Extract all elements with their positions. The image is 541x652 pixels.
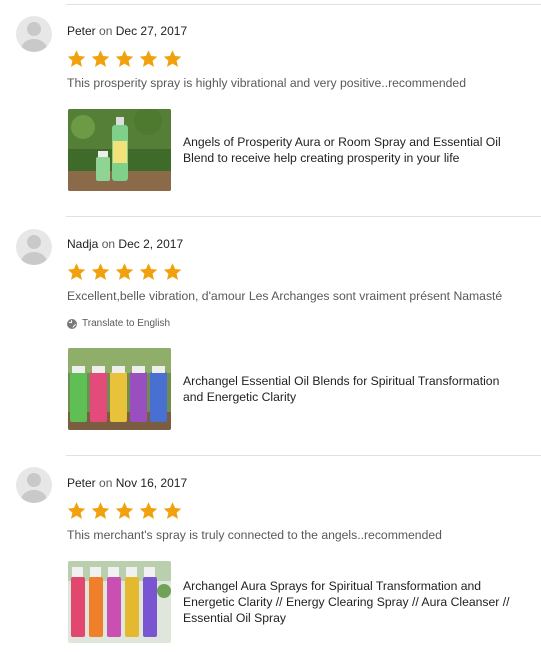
on-label: on [99,476,113,490]
star-icon [163,50,182,67]
star-icon [67,50,86,67]
translate-label[interactable]: Translate to English [82,318,170,329]
star-icon [139,502,158,519]
review-meta: Peter on Nov 16, 2017 [67,476,187,490]
star-rating [66,49,183,69]
review-date: Nov 16, 2017 [115,476,188,490]
on-label: on [99,24,113,38]
star-icon [139,263,158,280]
star-icon [67,263,86,280]
star-rating [66,262,183,282]
review-divider [66,455,541,456]
star-icon [139,50,158,67]
star-icon [115,502,134,519]
on-label: on [101,237,116,251]
listing-title[interactable]: Archangel Aura Sprays for Spiritual Tran… [183,578,513,626]
review-date: Dec 2, 2017 [118,237,184,251]
listing-title[interactable]: Archangel Essential Oil Blends for Spiri… [183,373,513,405]
listing-thumbnail[interactable] [68,561,171,643]
listing-link[interactable]: Archangel Essential Oil Blends for Spiri… [68,348,528,430]
review-text: This merchant's spray is truly connected… [67,528,442,542]
top-divider [66,4,541,5]
star-icon [163,502,182,519]
star-icon [67,502,86,519]
listing-link[interactable]: Angels of Prosperity Aura or Room Spray … [68,109,528,191]
star-icon [91,502,110,519]
review-text: This prosperity spray is highly vibratio… [67,76,466,90]
listing-thumbnail[interactable] [68,348,171,430]
star-icon [163,263,182,280]
star-icon [115,263,134,280]
avatar[interactable] [16,229,52,265]
star-icon [115,50,134,67]
reviewer-name[interactable]: Nadja [67,237,98,251]
review-meta: Nadja on Dec 2, 2017 [67,237,183,251]
listing-thumbnail[interactable] [68,109,171,191]
reviewer-name[interactable]: Peter [67,24,96,38]
avatar[interactable] [16,467,52,503]
reviewer-name[interactable]: Peter [67,476,96,490]
avatar[interactable] [16,16,52,52]
star-icon [91,50,110,67]
star-rating [66,501,183,521]
review-date: Dec 27, 2017 [115,24,188,38]
review-meta: Peter on Dec 27, 2017 [67,24,187,38]
listing-title[interactable]: Angels of Prosperity Aura or Room Spray … [183,134,513,166]
globe-icon [67,318,77,329]
translate-link[interactable]: Translate to English [67,318,170,329]
star-icon [91,263,110,280]
review-text: Excellent,belle vibration, d'amour Les A… [67,289,503,303]
listing-link[interactable]: Archangel Aura Sprays for Spiritual Tran… [68,561,528,643]
review-divider [66,216,541,217]
